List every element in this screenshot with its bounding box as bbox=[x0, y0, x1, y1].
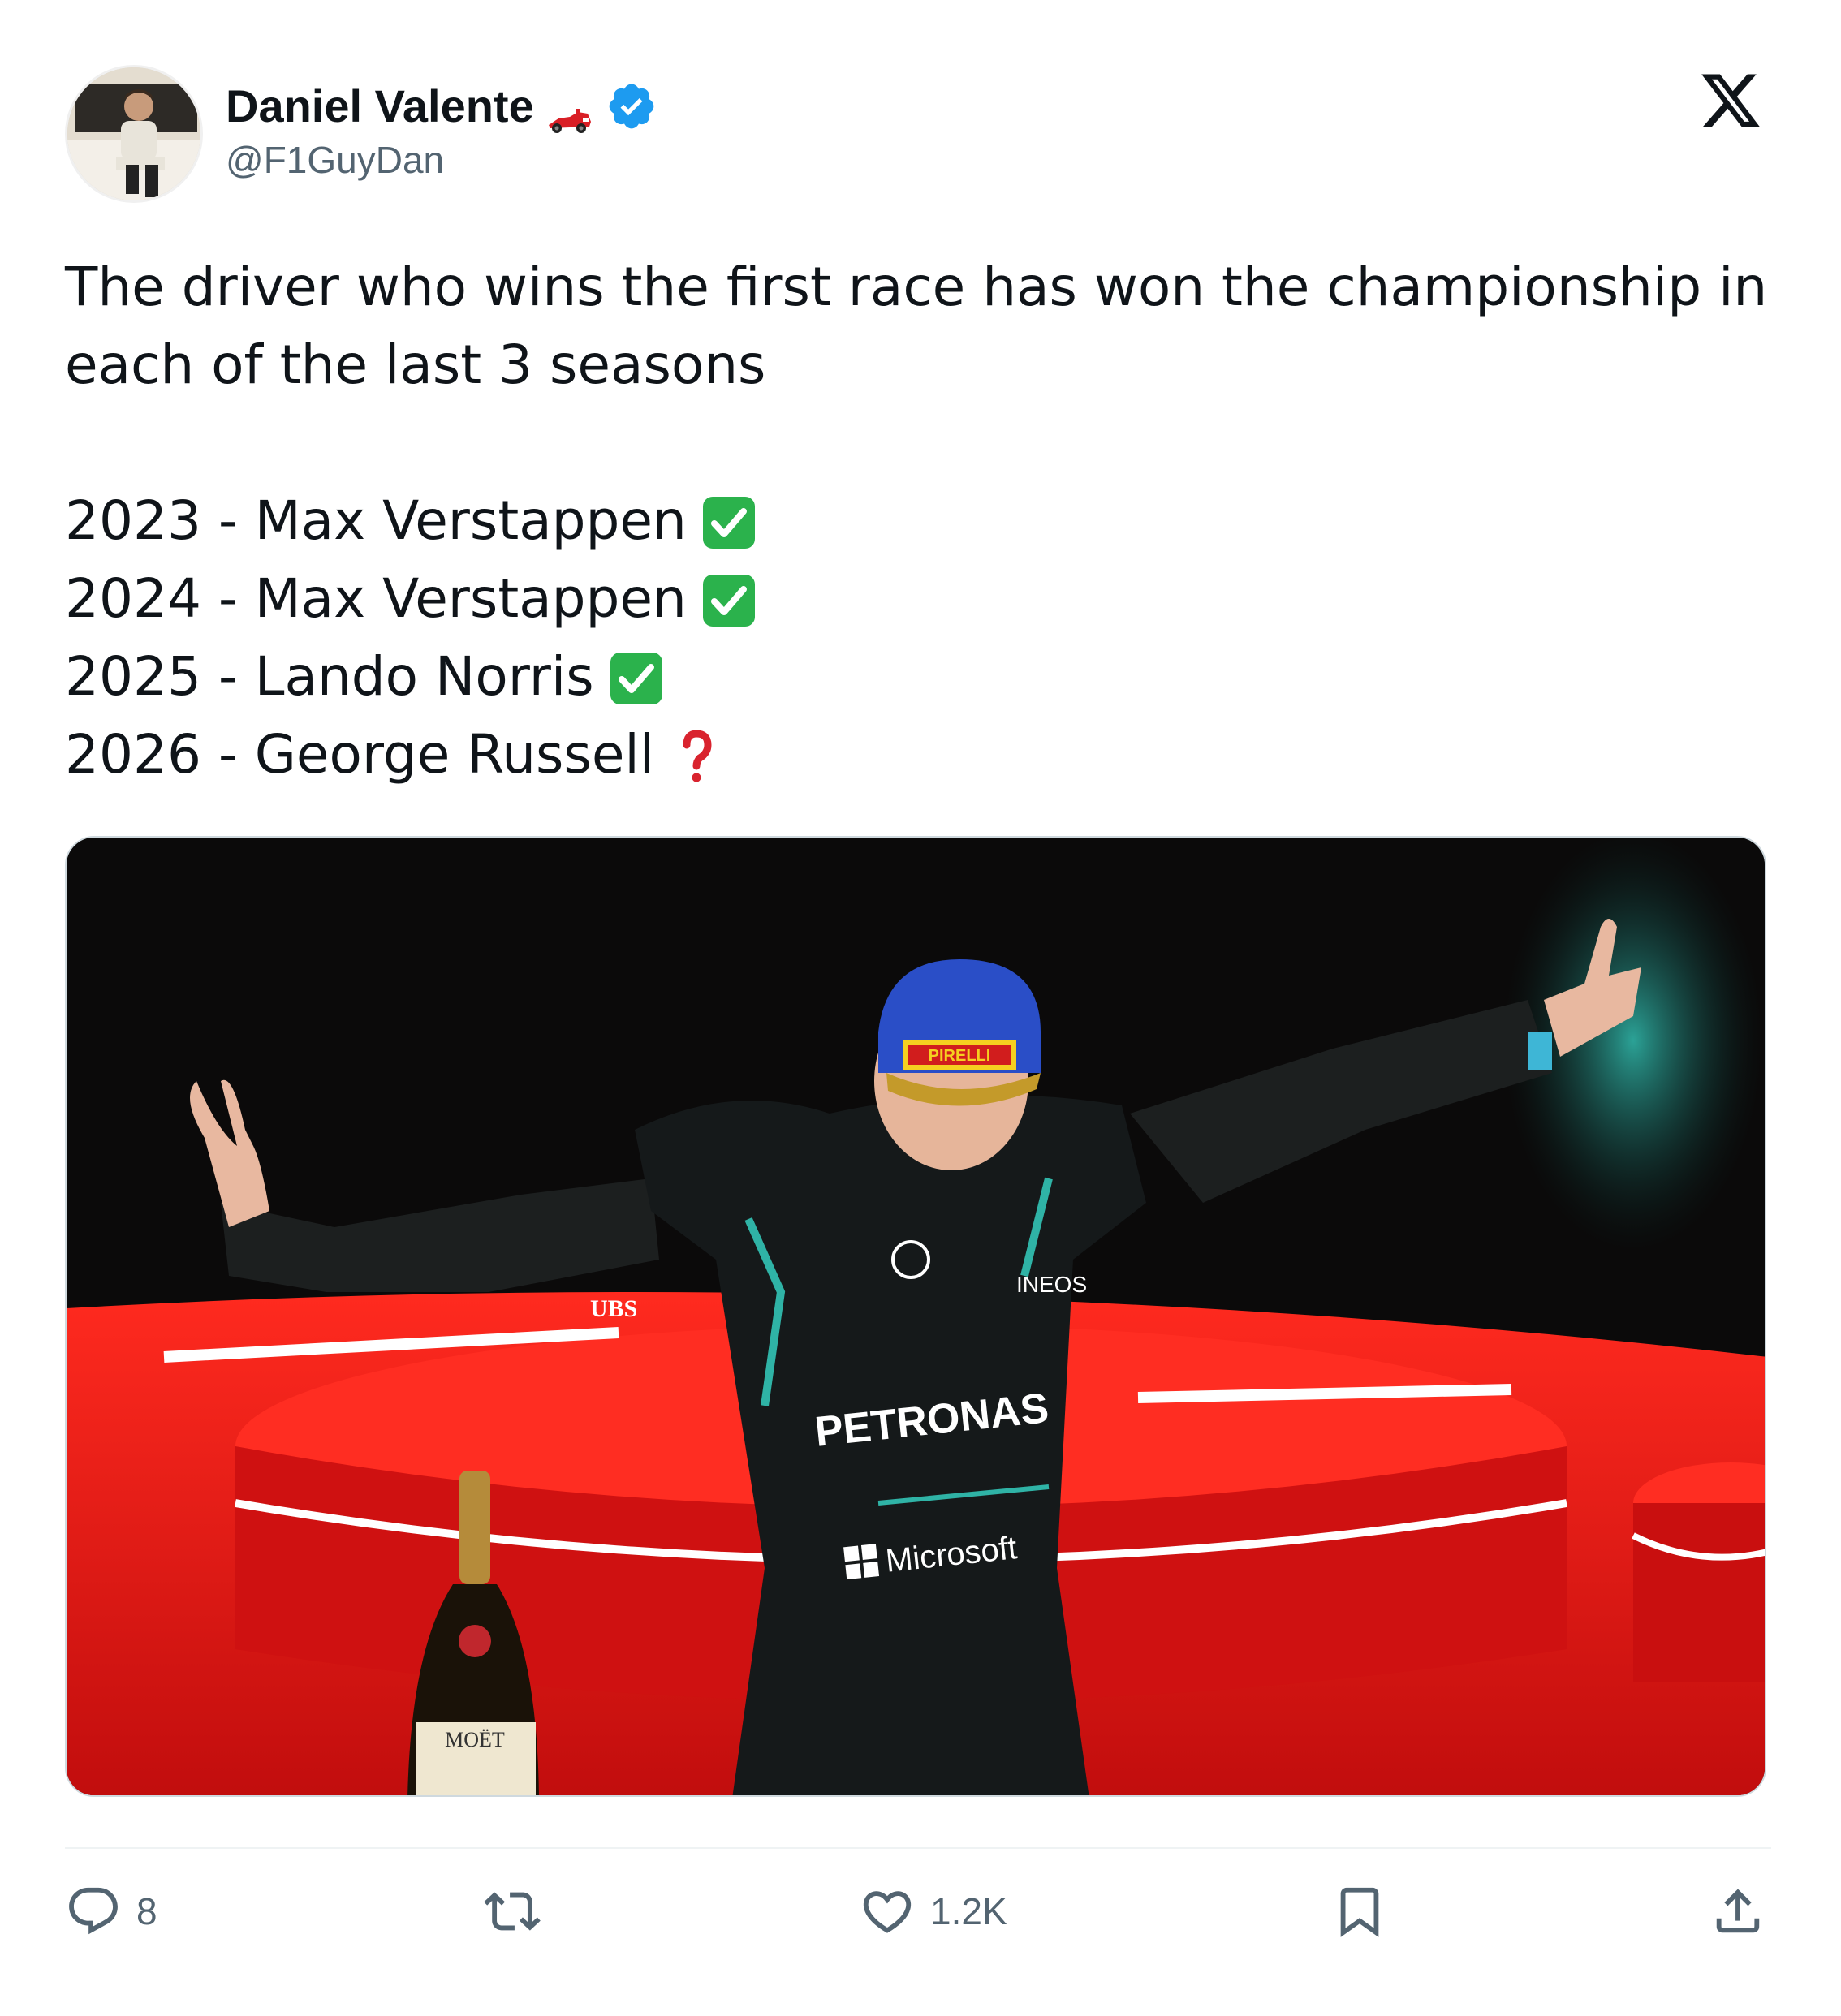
author-name-text: Daniel Valente bbox=[226, 80, 534, 131]
pirelli-label: PIRELLI bbox=[929, 1047, 991, 1065]
ineos-label: INEOS bbox=[1016, 1272, 1087, 1297]
list-item-text: 2023 - Max Verstappen bbox=[65, 489, 687, 552]
author-avatar[interactable] bbox=[65, 65, 203, 203]
bookmark-icon bbox=[1340, 1887, 1379, 1937]
check-mark-button-icon bbox=[701, 571, 757, 627]
check-mark-button-icon bbox=[701, 493, 757, 549]
bookmark-button[interactable] bbox=[1331, 1883, 1388, 1940]
list-item: 2025 - Lando Norris bbox=[65, 638, 757, 716]
reply-icon bbox=[69, 1887, 118, 1935]
list-item-text: 2024 - Max Verstappen bbox=[65, 567, 687, 630]
x-logo-icon[interactable] bbox=[1697, 68, 1765, 133]
author-name[interactable]: Daniel Valente bbox=[226, 80, 658, 133]
list-item-text: 2026 - George Russell bbox=[65, 723, 655, 786]
like-button[interactable]: 1.2K bbox=[859, 1883, 1007, 1940]
list-item-text: 2025 - Lando Norris bbox=[65, 645, 594, 708]
ubs-label: UBS bbox=[590, 1295, 637, 1322]
divider bbox=[65, 1847, 1771, 1849]
list-item: 2024 - Max Verstappen bbox=[65, 560, 757, 638]
like-count: 1.2K bbox=[930, 1890, 1007, 1932]
reply-count: 8 bbox=[136, 1890, 157, 1932]
retweet-icon bbox=[484, 1892, 541, 1931]
share-icon bbox=[1716, 1889, 1760, 1933]
author-handle[interactable]: @F1GuyDan bbox=[226, 138, 444, 182]
tweet-media-image[interactable]: MOËT PIRELLI UBS INEOS PETRONAS Microsof… bbox=[65, 836, 1766, 1797]
check-mark-button-icon bbox=[609, 649, 664, 704]
champion-list: 2023 - Max Verstappen 2024 - Max Verstap… bbox=[65, 482, 757, 794]
heart-icon bbox=[863, 1891, 912, 1933]
red-question-mark-icon bbox=[680, 727, 713, 782]
tweet-card: Daniel Valente @F1GuyDan The driver who … bbox=[0, 0, 1841, 2016]
reply-button[interactable]: 8 bbox=[65, 1883, 157, 1940]
tweet-text: The driver who wins the first race has w… bbox=[65, 248, 1786, 482]
list-item: 2026 - George Russell bbox=[65, 716, 757, 794]
list-item: 2023 - Max Verstappen bbox=[65, 482, 757, 560]
moet-label: MOËT bbox=[445, 1728, 505, 1751]
race-car-icon bbox=[545, 93, 594, 133]
retweet-button[interactable] bbox=[484, 1883, 555, 1940]
verified-badge-icon[interactable] bbox=[606, 80, 658, 132]
tweet-paragraph: The driver who wins the first race has w… bbox=[65, 256, 1768, 396]
share-button[interactable] bbox=[1710, 1883, 1766, 1940]
